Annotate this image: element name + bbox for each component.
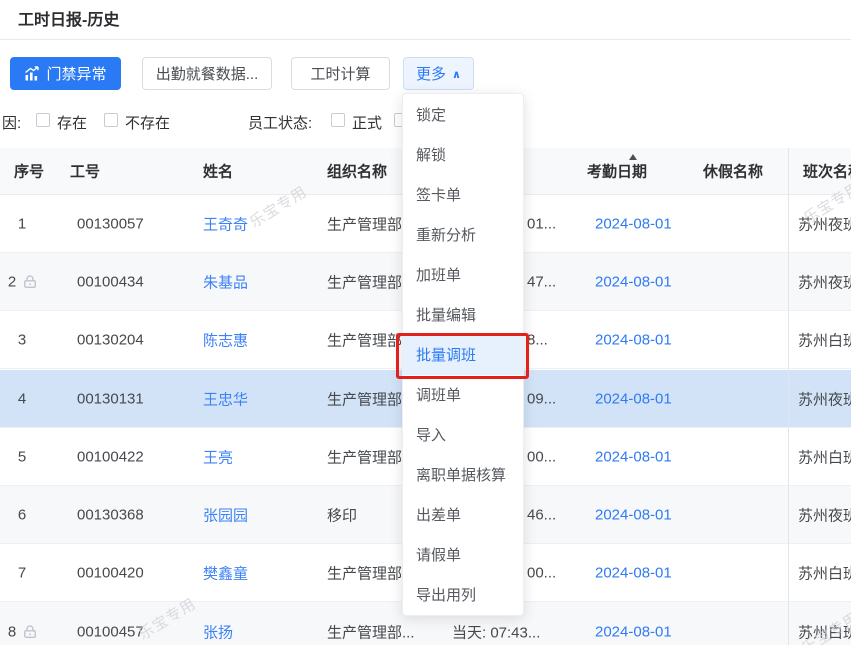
row-org: 生产管理部... <box>327 622 415 643</box>
lock-icon <box>22 274 38 290</box>
lock-icon <box>22 624 38 640</box>
row-date-link[interactable]: 2024-08-01 <box>595 215 672 232</box>
row-name-link[interactable]: 王亮 <box>203 446 233 467</box>
row-punch-fragment: 00... <box>527 564 556 581</box>
row-shift: 苏州白班 <box>798 446 851 467</box>
row-date-link[interactable]: 2024-08-01 <box>595 273 672 290</box>
menu-item-unlock[interactable]: 解锁 <box>403 134 523 174</box>
more-button-label: 更多 <box>416 63 446 84</box>
row-date-link[interactable]: 2024-08-01 <box>595 390 672 407</box>
row-date-link[interactable]: 2024-08-01 <box>595 506 672 523</box>
header-name[interactable]: 姓名 <box>203 161 233 182</box>
row-shift: 苏州白班 <box>798 562 851 583</box>
row-punch-fragment: 46... <box>527 506 556 523</box>
row-emp-id: 00130131 <box>77 390 144 407</box>
row-shift: 苏州夜班 <box>798 213 851 234</box>
menu-item-overtime[interactable]: 加班单 <box>403 254 523 294</box>
row-punch-fragment: 当天: 07:43... <box>452 622 540 643</box>
row-punch-fragment: 00... <box>527 448 556 465</box>
door-abnormal-button[interactable]: 门禁异常 <box>10 57 121 90</box>
more-button[interactable]: 更多 ∧ <box>403 57 474 90</box>
row-seq: 8 <box>2 624 22 641</box>
row-org: 移印 <box>327 504 357 525</box>
checkbox-exist[interactable] <box>36 113 50 127</box>
header-seq[interactable]: 序号 <box>14 161 44 182</box>
worktime-calc-button[interactable]: 工时计算 <box>291 57 390 90</box>
row-emp-id: 00100434 <box>77 273 144 290</box>
row-emp-id: 00100457 <box>77 624 144 641</box>
row-seq: 2 <box>2 273 22 290</box>
row-punch-fragment: 8... <box>527 331 548 348</box>
row-seq: 1 <box>12 215 32 232</box>
menu-item-sign-card[interactable]: 签卡单 <box>403 174 523 214</box>
sort-asc-icon[interactable] <box>629 154 637 160</box>
header-leave-name[interactable]: 休假名称 <box>703 161 763 182</box>
row-shift: 苏州夜班 <box>798 271 851 292</box>
row-seq: 3 <box>12 331 32 348</box>
reason-filter-label: 因: <box>2 112 21 133</box>
checkbox-formal[interactable] <box>331 113 345 127</box>
row-emp-id: 00100422 <box>77 448 144 465</box>
row-name-link[interactable]: 张园园 <box>203 504 248 525</box>
row-name-link[interactable]: 朱基品 <box>203 271 248 292</box>
row-shift: 苏州白班 <box>798 329 851 350</box>
checkbox-exist-label[interactable]: 存在 <box>57 112 87 133</box>
more-dropdown-menu: 锁定 解锁 签卡单 重新分析 加班单 批量编辑 批量调班 调班单 导入 离职单据… <box>402 93 524 616</box>
row-punch-fragment: 47... <box>527 273 556 290</box>
checkbox-not-exist[interactable] <box>104 113 118 127</box>
chevron-up-icon: ∧ <box>452 68 461 81</box>
menu-item-export-columns[interactable]: 导出用列 <box>403 575 523 615</box>
row-name-link[interactable]: 张扬 <box>203 622 233 643</box>
row-date-link[interactable]: 2024-08-01 <box>595 564 672 581</box>
row-emp-id: 00130368 <box>77 506 144 523</box>
bar-chart-icon <box>24 66 40 82</box>
menu-item-reanalyze[interactable]: 重新分析 <box>403 214 523 254</box>
worktime-daily-report-page: 乐宝专用 乐宝专用 乐宝专用 乐宝专用 工时日报-历史 门禁异常 出勤就餐数据.… <box>0 0 851 645</box>
checkbox-formal-label[interactable]: 正式 <box>352 112 382 133</box>
menu-item-leave-request[interactable]: 请假单 <box>403 535 523 575</box>
row-punch-fragment: 01... <box>527 215 556 232</box>
row-shift: 苏州夜班 <box>798 504 851 525</box>
menu-item-import[interactable]: 导入 <box>403 415 523 455</box>
row-name-link[interactable]: 王奇奇 <box>203 213 248 234</box>
row-shift: 苏州白班 <box>798 622 851 643</box>
row-date-link[interactable]: 2024-08-01 <box>595 331 672 348</box>
menu-item-resignation-settlement[interactable]: 离职单据核算 <box>403 455 523 495</box>
menu-item-batch-edit[interactable]: 批量编辑 <box>403 294 523 334</box>
attendance-meal-data-button[interactable]: 出勤就餐数据... <box>142 57 272 90</box>
menu-item-lock[interactable]: 锁定 <box>403 94 523 134</box>
row-date-link[interactable]: 2024-08-01 <box>595 448 672 465</box>
menu-item-shift-change-form[interactable]: 调班单 <box>403 375 523 415</box>
row-shift: 苏州夜班 <box>798 388 851 409</box>
row-seq: 4 <box>12 390 32 407</box>
menu-item-business-trip[interactable]: 出差单 <box>403 495 523 535</box>
row-punch-fragment: 09... <box>527 390 556 407</box>
row-name-link[interactable]: 樊鑫童 <box>203 562 248 583</box>
status-filter-label: 员工状态: <box>248 112 312 133</box>
header-emp-id[interactable]: 工号 <box>70 161 100 182</box>
row-name-link[interactable]: 王忠华 <box>203 388 248 409</box>
row-seq: 7 <box>12 564 32 581</box>
row-emp-id: 00100420 <box>77 564 144 581</box>
row-name-link[interactable]: 陈志惠 <box>203 329 248 350</box>
header-shift-name[interactable]: 班次名称 <box>803 161 851 182</box>
page-title: 工时日报-历史 <box>18 6 119 30</box>
row-seq: 6 <box>12 506 32 523</box>
header-attendance-date[interactable]: 考勤日期 <box>587 161 647 182</box>
row-emp-id: 00130057 <box>77 215 144 232</box>
door-abnormal-label: 门禁异常 <box>46 63 106 84</box>
row-seq: 5 <box>12 448 32 465</box>
header-org[interactable]: 组织名称 <box>327 161 387 182</box>
row-emp-id: 00130204 <box>77 331 144 348</box>
row-date-link[interactable]: 2024-08-01 <box>595 624 672 641</box>
title-divider <box>0 39 851 40</box>
checkbox-not-exist-label[interactable]: 不存在 <box>125 112 170 133</box>
fixed-column-divider <box>788 148 789 645</box>
menu-item-batch-shift-change[interactable]: 批量调班 <box>403 334 523 374</box>
